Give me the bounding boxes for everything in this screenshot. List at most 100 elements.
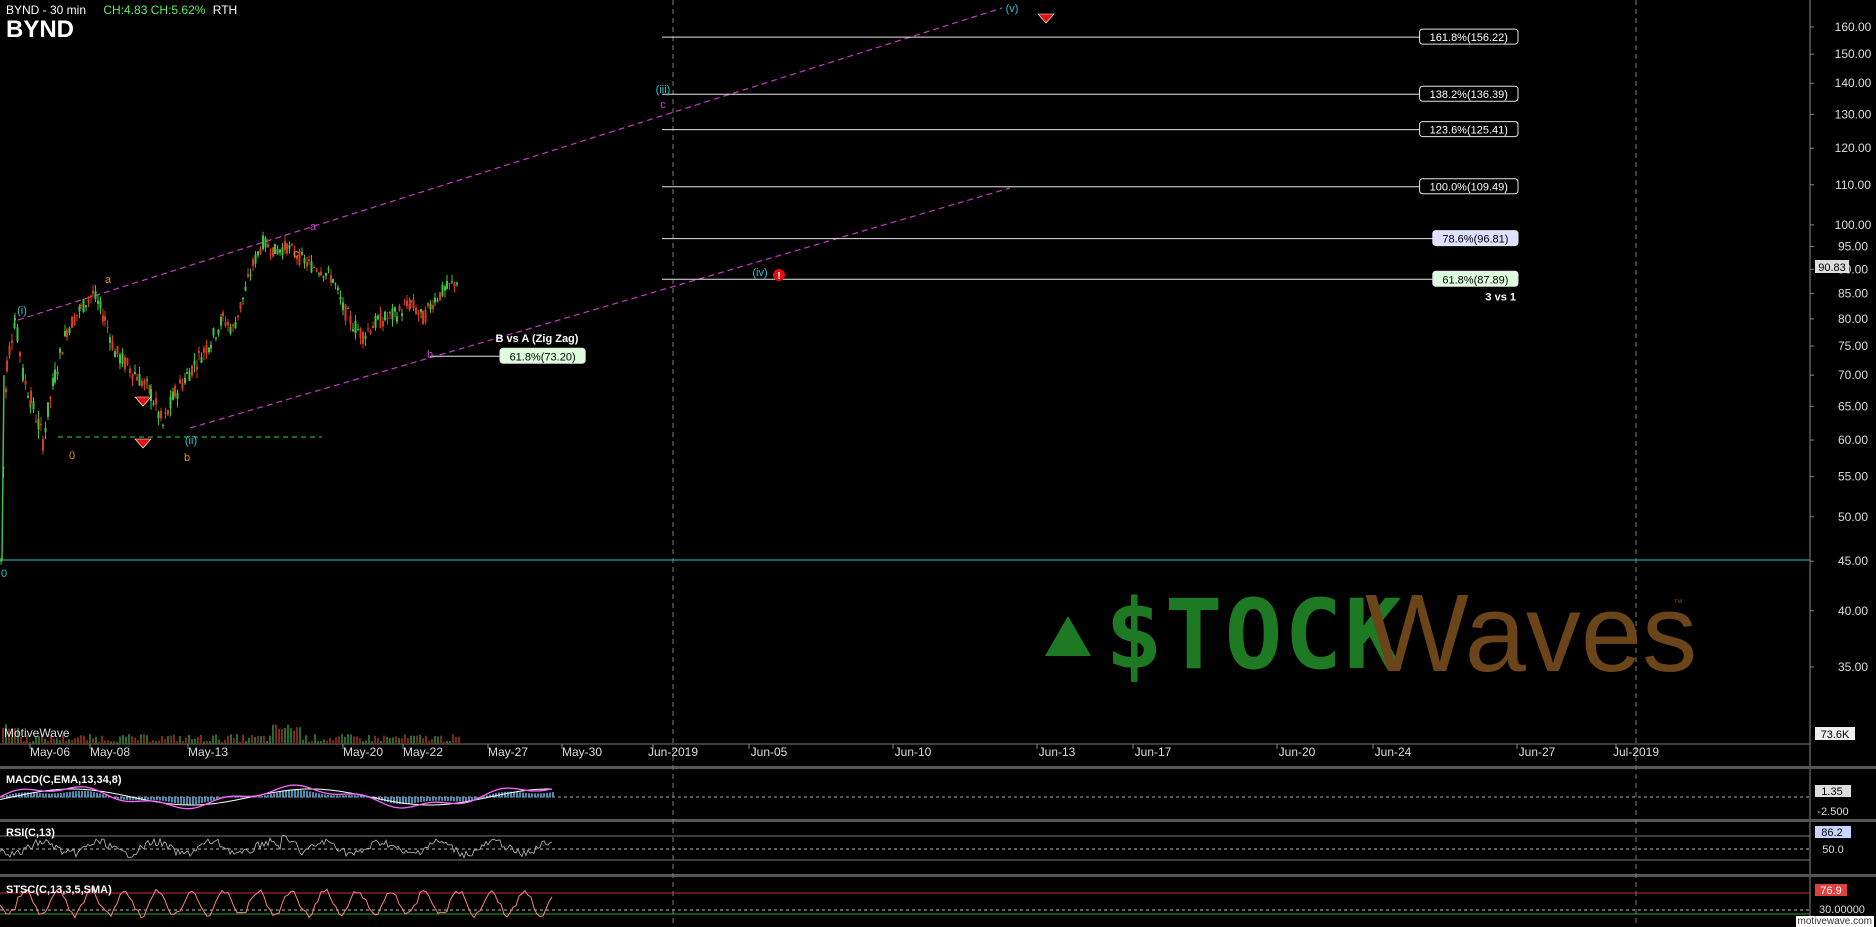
price-tick-label: 45.00 (1838, 554, 1868, 568)
candle-body (121, 352, 124, 364)
candle-body (364, 335, 367, 339)
macd-label: MACD(C,EMA,13,34,8) (6, 774, 122, 786)
alert-marker-glyph: ! (777, 271, 780, 282)
volume-bar (203, 741, 205, 744)
volume-bar (425, 735, 427, 744)
candle-body (184, 377, 186, 384)
macd-histogram-bar (45, 793, 47, 798)
time-tick-label: Jun-27 (1519, 745, 1556, 759)
candle-body (332, 279, 334, 283)
volume-bar (23, 741, 25, 744)
candle-body (42, 438, 44, 451)
channel-upper-line (17, 7, 1003, 321)
candle-body (80, 304, 82, 307)
volume-bar (179, 736, 181, 744)
volume-bar (194, 738, 196, 744)
candle-body (186, 372, 188, 374)
macd-histogram-bar (51, 793, 53, 798)
macd-histogram-bar (447, 797, 449, 802)
volume-bar (356, 736, 358, 744)
macd-histogram-bar (267, 794, 269, 798)
candle-body (94, 291, 97, 300)
candle-body (229, 326, 232, 334)
candle-body (59, 348, 61, 353)
volume-bar (95, 736, 97, 744)
candle-body (342, 302, 344, 311)
candle-body (19, 352, 21, 357)
volume-bar (215, 734, 217, 744)
macd-histogram-bar (33, 792, 35, 798)
macd-histogram-bar (120, 797, 122, 800)
time-tick-label: May-22 (403, 745, 443, 759)
time-tick-label: May-27 (488, 745, 528, 759)
volume-bar (317, 741, 319, 744)
macd-histogram-bar (549, 792, 551, 798)
logo-stock-text: $TOCK (1105, 579, 1404, 691)
macd-histogram-bar (423, 797, 425, 802)
fib-level-label: 138.2%(136.39) (1430, 89, 1508, 101)
volume-bar (236, 734, 238, 744)
volume-group (2, 724, 460, 744)
time-tick-label: May-13 (188, 745, 228, 759)
volume-bar (161, 735, 163, 744)
candle-body (298, 250, 301, 265)
candle-body (434, 297, 436, 303)
volume-bar (233, 738, 235, 744)
price-tick-label: 70.00 (1838, 368, 1868, 382)
volume-bar (101, 735, 103, 744)
candle-body (8, 345, 11, 356)
candle-body (99, 301, 102, 309)
candle-body (82, 299, 85, 313)
candle-body (384, 311, 386, 321)
rsi-value-label: 86.2 (1821, 827, 1842, 839)
candle-body (394, 307, 396, 312)
macd-histogram-bar (102, 794, 104, 798)
candle-body (136, 376, 138, 381)
candle-body (205, 345, 208, 354)
volume-bar (209, 741, 211, 744)
macd-histogram-bar (285, 790, 287, 798)
volume-bar (278, 728, 280, 744)
volume-bar (242, 734, 244, 744)
volume-bar (359, 738, 361, 744)
candle-body (181, 382, 184, 389)
volume-bar (389, 738, 391, 744)
sell-marker-icon (134, 438, 152, 449)
candle-body (126, 358, 129, 365)
candle-body (401, 313, 403, 316)
candle-body (339, 296, 342, 300)
macd-histogram-bar (519, 792, 521, 798)
candle-body (264, 237, 267, 248)
symbol-label: BYND (6, 16, 75, 43)
macd-histogram-bar (42, 793, 44, 798)
macd-histogram-bar (258, 796, 260, 798)
volume-bar (155, 741, 157, 744)
candle-body (453, 282, 456, 287)
macd-histogram-bar (306, 790, 308, 798)
volume-bar (401, 738, 403, 744)
chart-canvas[interactable]: 35.0040.0045.0050.0055.0060.0065.0070.00… (0, 0, 1876, 927)
macd-histogram-bar (408, 797, 410, 804)
macd-histogram-bar (333, 795, 335, 798)
volume-bar (140, 734, 142, 744)
wave-label: (iv) (752, 267, 767, 279)
volume-bar (335, 737, 337, 744)
volume-bar (350, 734, 352, 744)
volume-bar (404, 734, 406, 744)
macd-histogram-bar (165, 797, 167, 802)
candle-body (327, 268, 330, 271)
macd-histogram-bar (429, 797, 431, 801)
volume-bar (443, 741, 445, 744)
candles-group (0, 231, 458, 565)
candle-body (362, 332, 364, 344)
macd-scale-label: -2.500 (1817, 806, 1848, 818)
stockwaves-logo: $TOCK Waves ™ (1045, 574, 1697, 694)
candle-body (200, 357, 203, 363)
price-tick-label: 100.00 (1835, 218, 1872, 232)
candle-body (14, 318, 16, 321)
candle-body (167, 409, 169, 415)
macd-histogram-bar (156, 797, 158, 801)
candle-body (377, 315, 379, 320)
price-tick-label: 85.00 (1838, 286, 1868, 300)
candle-body (40, 423, 42, 426)
